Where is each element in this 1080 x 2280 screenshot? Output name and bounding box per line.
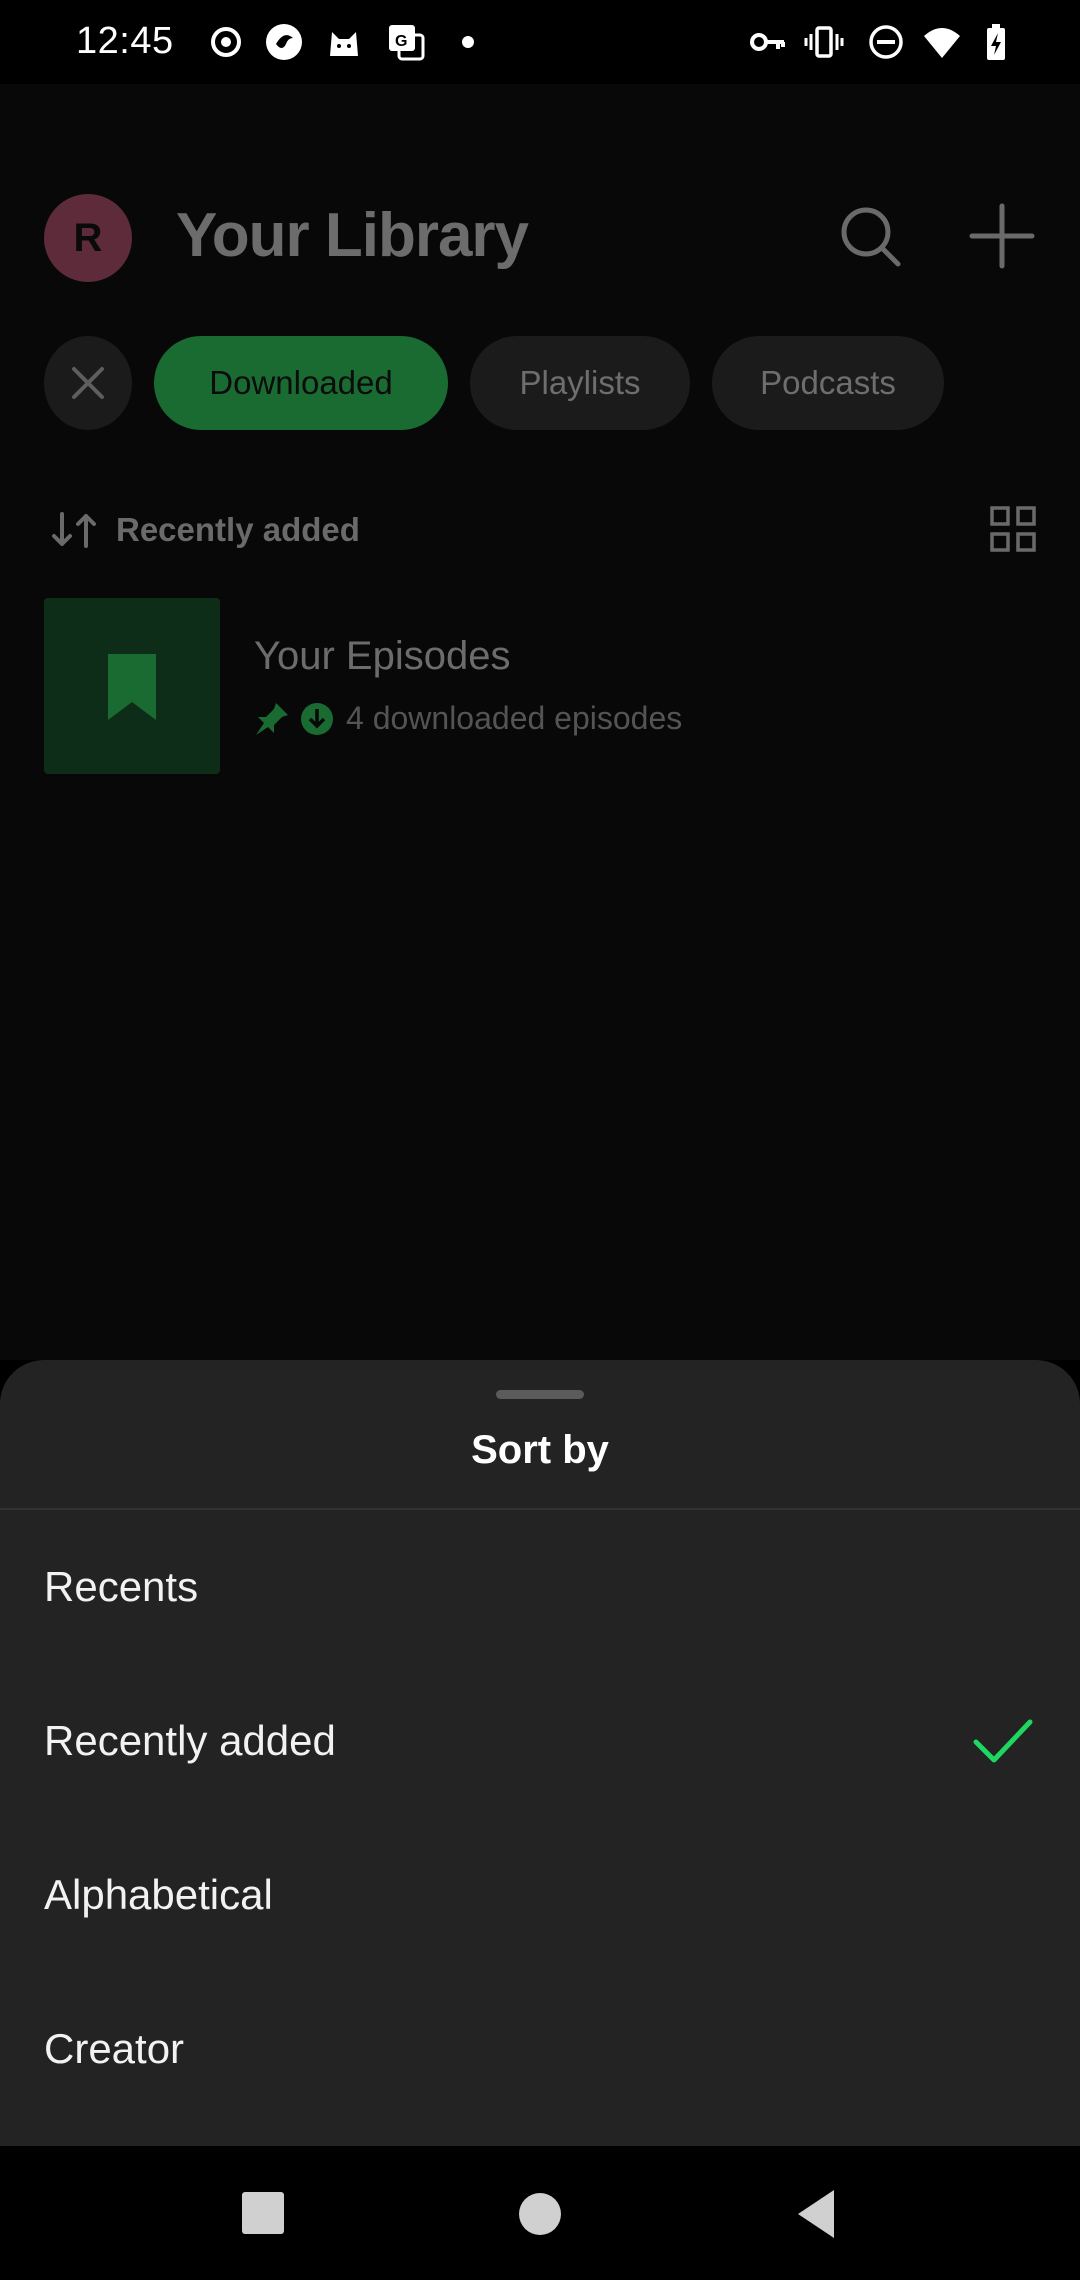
chip-podcasts[interactable]: Podcasts — [712, 336, 944, 430]
sort-option-alphabetical[interactable]: Alphabetical — [0, 1818, 1080, 1972]
sort-option-creator[interactable]: Creator — [0, 1972, 1080, 2126]
wifi-icon — [924, 28, 960, 58]
do-not-disturb-icon — [869, 25, 903, 59]
app-icon — [266, 24, 302, 60]
close-icon — [72, 367, 104, 399]
vpn-key-icon — [750, 33, 785, 51]
bookmark-icon — [108, 654, 156, 720]
chip-downloaded[interactable]: Downloaded — [154, 336, 448, 430]
status-bar: 12:45 G — [0, 0, 1080, 84]
pin-icon — [256, 702, 288, 735]
home-circle-icon[interactable] — [510, 2184, 570, 2244]
sort-label: Recently added — [116, 511, 360, 548]
plus-icon[interactable] — [966, 200, 1038, 272]
sort-arrows-icon — [52, 512, 96, 548]
avatar[interactable]: R — [44, 194, 132, 282]
sort-option-recents[interactable]: Recents — [0, 1510, 1080, 1664]
battery-charging-icon — [987, 24, 1005, 60]
checkmark-icon — [973, 1719, 1033, 1763]
list-item-title[interactable]: Your Episodes — [254, 634, 510, 679]
translate-icon: G — [389, 25, 425, 61]
cat-icon — [330, 32, 358, 56]
record-icon — [211, 27, 241, 57]
sort-button[interactable]: Recently added — [52, 500, 360, 560]
search-icon[interactable] — [834, 200, 906, 272]
download-count: 4 downloaded episodes — [346, 700, 683, 736]
option-label: Creator — [44, 2025, 185, 2072]
sort-option-recently-added[interactable]: Recently added — [0, 1664, 1080, 1818]
svg-text:G: G — [395, 33, 407, 50]
clear-filter-button[interactable] — [44, 336, 132, 430]
page-title: Your Library — [176, 201, 529, 270]
list-item-subtitle: 4 downloaded episodes — [254, 700, 682, 737]
chip-playlists[interactable]: Playlists — [470, 336, 690, 430]
vibrate-icon — [804, 26, 844, 58]
system-nav-bar — [0, 2146, 1080, 2280]
status-time: 12:45 — [76, 20, 174, 62]
your-episodes-artwork[interactable] — [44, 598, 220, 774]
downloaded-icon — [301, 702, 333, 735]
option-label: Recently added — [44, 1717, 336, 1764]
option-label: Alphabetical — [44, 1871, 273, 1918]
sheet-title: Sort by — [471, 1428, 609, 1472]
option-label: Recents — [44, 1563, 199, 1610]
grid-view-icon[interactable] — [990, 506, 1036, 552]
drag-handle[interactable] — [496, 1390, 584, 1399]
back-triangle-icon[interactable] — [790, 2184, 850, 2244]
dot-icon — [462, 36, 474, 48]
recents-square-icon[interactable] — [234, 2184, 294, 2244]
sort-by-sheet: Sort by Recents Recently added Alphabeti… — [0, 1360, 1080, 2146]
